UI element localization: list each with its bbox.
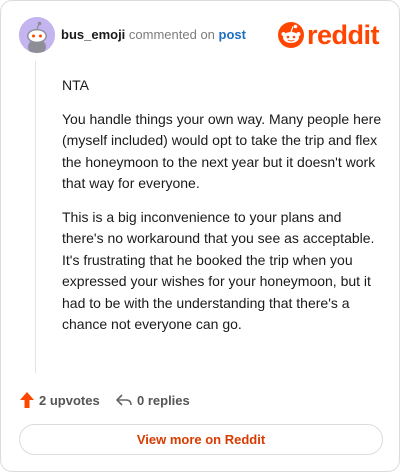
comment-paragraph: This is a big inconvenience to your plan…	[62, 208, 375, 333]
replies-button[interactable]: 0 replies	[115, 389, 190, 411]
comment-body: NTA You handle things your own way. Many…	[62, 75, 382, 348]
reddit-logo[interactable]: reddit	[277, 19, 385, 51]
thread-line	[35, 61, 36, 373]
comment-actions: 2 upvotes 0 replies	[19, 389, 319, 411]
comment-embed-card: bus_emoji commented on post reddit NTA Y…	[0, 0, 400, 472]
comment-verb: commented on	[128, 27, 215, 42]
comment-paragraph: NTA	[62, 77, 89, 93]
reddit-wordmark: reddit	[307, 20, 380, 50]
comment-paragraph: You handle things your own way. Many peo…	[62, 110, 382, 192]
comment-meta: bus_emoji commented on post	[61, 27, 246, 43]
upvote-arrow-icon	[20, 392, 34, 408]
post-link[interactable]: post	[219, 27, 246, 42]
snoo-avatar-icon[interactable]	[19, 17, 55, 53]
upvotes-label: 2 upvotes	[39, 392, 100, 408]
username-link[interactable]: bus_emoji	[61, 27, 125, 42]
comment-header: bus_emoji commented on post reddit	[17, 15, 385, 55]
reddit-logo-icon	[278, 22, 304, 48]
replies-label: 0 replies	[137, 392, 190, 408]
upvotes-button[interactable]: 2 upvotes	[19, 389, 100, 411]
reply-arrow-icon	[116, 394, 132, 406]
view-more-button[interactable]: View more on Reddit	[19, 424, 383, 455]
